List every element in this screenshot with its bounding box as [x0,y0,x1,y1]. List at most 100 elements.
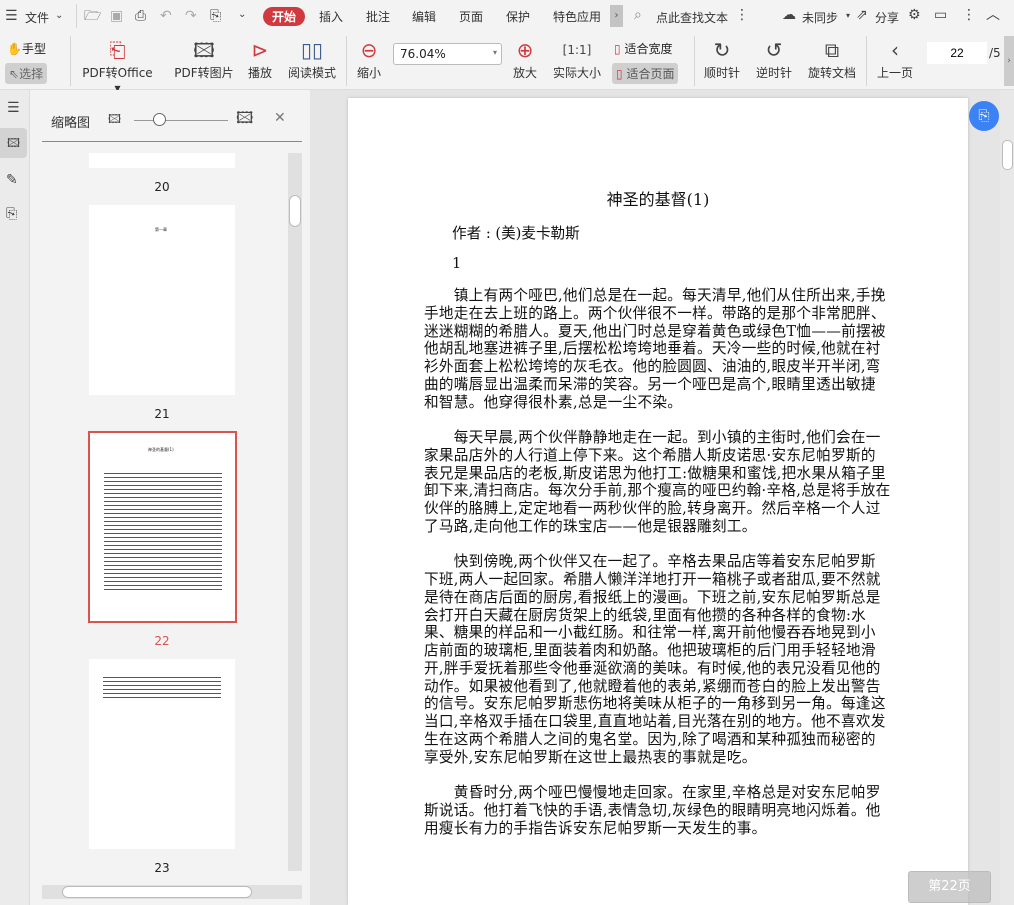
tab-annotate[interactable]: 批注 [366,8,390,25]
rotate-counterclockwise-icon: ↺ [765,38,783,62]
text-line: 迷迷糊糊的希腊人。夏天,他出门时总是穿着黄色或绿色T恤——前摆被 [424,322,886,340]
zoom-select[interactable]: 76.04% ▾ [393,43,502,65]
search-text-button[interactable]: 点此查找文本 [656,9,728,26]
chapter-number: 1 [452,255,462,272]
text-line: 快到傍晚,两个伙伴又在一起了。辛格去果品店等着安东尼帕罗斯 [424,553,876,571]
text-line: 每天早晨,两个伙伴静静地走在一起。到小镇的主街时,他们会在一 [424,429,881,446]
page-number-input[interactable] [927,42,987,64]
hamburger-icon[interactable]: ☰ [5,8,18,24]
undo-icon[interactable]: ↶ [160,8,172,24]
slider-handle[interactable] [153,113,166,126]
previous-page-button[interactable]: ‹ 上一页 [875,36,915,81]
chevron-left-icon: ‹ [891,38,899,62]
fit-page-icon: ▯ [616,67,623,81]
fit-width-button[interactable]: ▯ 适合宽度 [614,40,672,57]
thumbnail-label: 23 [154,861,170,875]
export-icon[interactable]: ⎘ [6,206,17,222]
file-menu[interactable]: 文件 [25,9,49,26]
ribbon-toolbar: ✋手型 ⇖选择 ⎗ PDF转Office ▾ 🖾 PDF转图片 ⊳ 播放 ▯▯ 阅读模式… [0,32,1014,95]
text-line: 的信号。安东尼帕罗斯悲伤地将美味从柜子的一角移到另一角。每逢这 [424,695,886,713]
thumbnail-label: 20 [154,180,170,194]
thumbnail-page-22-selected[interactable]: 神圣的基督(1) [88,431,237,623]
sync-status[interactable]: 未同步 [802,9,838,26]
gear-icon[interactable]: ⚙ [908,7,921,23]
ribbon-scroll-right-button[interactable]: › [1004,36,1014,86]
text-line: 表兄是果品店的老板,斯皮诺思为他打工:做糖果和蜜饯,把水果从箱子里 [424,464,886,482]
tab-insert[interactable]: 插入 [319,8,343,25]
text-line: 黄昏时分,两个哑巴慢慢地走回家。在家里,辛格总是对安东尼帕罗 [424,784,881,801]
select-tool-button[interactable]: ⇖选择 [5,63,48,84]
sync-dropdown-icon[interactable]: ▾ [846,8,850,24]
more-vertical-icon[interactable]: ⋮ [962,7,976,23]
text-line: 下班,两人一起回家。希腊人懒洋洋地打开一箱桃子或者甜瓜,要不然就 [424,571,881,588]
comment-icon[interactable]: ▭ [934,7,947,23]
close-icon[interactable]: ✕ [274,110,286,126]
share-button[interactable]: 分享 [875,9,899,26]
pdf-to-office-button[interactable]: ⎗ PDF转Office ▾ [80,36,155,95]
large-thumbnail-icon[interactable]: 🖾 [236,110,253,126]
page-indicator-badge: 第22页 [908,871,991,903]
redo-icon[interactable]: ↷ [185,8,197,24]
small-thumbnail-icon[interactable]: 🖾 [108,111,121,127]
share-icon: ⇗ [856,7,868,23]
rotate-document-button[interactable]: ⧉ 旋转文档 [806,36,858,81]
tab-features[interactable]: 特色应用 [553,8,601,25]
rotate-clockwise-icon: ↻ [713,38,731,62]
image-icon: 🖾 [193,38,215,62]
zoom-out-button[interactable]: ⊖ 缩小 [354,36,384,81]
hand-tool-button[interactable]: ✋手型 [7,40,46,57]
thumbnail-label: 21 [154,407,170,421]
left-rail: ☰ 🖾 ✎ ⎘ [0,90,30,905]
zoom-in-icon: ⊕ [516,38,534,62]
save-icon[interactable]: ▣ [110,8,123,24]
thumbnail-icon[interactable]: 🖾 [0,128,27,158]
outline-icon[interactable]: ☰ [7,100,20,116]
actual-size-button[interactable]: [1:1] 实际大小 [550,36,604,81]
panel-title: 缩略图 [51,116,91,131]
more-dropdown-icon[interactable]: ⌄ [238,7,246,23]
thumbnail-page-21[interactable]: 第一章 [89,205,235,395]
fit-page-button[interactable]: ▯ 适合页面 [612,63,679,84]
open-folder-icon[interactable]: 🗁 [84,8,101,24]
rotate-document-icon: ⧉ [824,38,840,62]
thumbnail-page-20[interactable] [89,153,235,168]
chevron-down-icon: ▾ [492,48,497,57]
tab-start[interactable]: 开始 [263,7,306,26]
panel-vertical-scrollbar[interactable] [288,153,302,871]
scroll-thumb[interactable] [1002,140,1013,170]
export-icon[interactable]: ⎘ [210,8,221,24]
tab-edit[interactable]: 编辑 [412,8,436,25]
rotate-counterclockwise-button[interactable]: ↺ 逆时针 [754,36,794,81]
text-line: 享受外,安东尼帕罗斯在这世上最热衷的事就是吃。 [424,748,757,766]
text-line: 卸下来,清扫商店。每次分手前,那个瘦高的哑巴约翰·辛格,总是将手放在 [424,482,891,500]
print-icon[interactable]: ⎙ [135,8,146,24]
rotate-clockwise-button[interactable]: ↻ 顺时针 [702,36,742,81]
thumbnail-size-slider[interactable] [134,120,228,121]
more-vertical-icon[interactable]: ⋮ [735,7,749,23]
tabs-scroll-right-button[interactable]: › [610,5,623,27]
tab-protect[interactable]: 保护 [506,8,530,25]
text-line: 用瘦长有力的手指告诉安东尼帕罗斯一天发生的事。 [424,819,767,837]
chevron-down-icon[interactable]: ⌄ [55,8,63,24]
tab-page[interactable]: 页面 [459,8,483,25]
document-vertical-scrollbar[interactable] [1000,90,1014,905]
panel-horizontal-scrollbar[interactable] [42,885,302,899]
read-mode-button[interactable]: ▯▯ 阅读模式 [286,36,338,81]
scroll-thumb[interactable] [289,195,301,227]
hand-icon: ✋ [7,42,22,56]
zoom-in-button[interactable]: ⊕ 放大 [510,36,540,81]
play-button[interactable]: ⊳ 播放 [244,36,276,81]
scroll-thumb[interactable] [62,886,252,898]
convert-float-icon[interactable]: ⎘ [969,101,999,131]
actual-size-icon: [1:1] [562,43,592,57]
menu-bar: ☰ 文件 ⌄ 🗁 ▣ ⎙ ↶ ↷ ⎘ ⌄ 开始 插入 批注 编辑 页面 保护 特… [0,0,1014,32]
annotation-pen-icon[interactable]: ✎ [6,172,18,188]
search-icon: ⌕ [634,7,642,23]
document-title: 神圣的基督(1) [606,190,710,209]
collapse-ribbon-icon[interactable]: ︿ [986,7,1000,23]
text-line: 开,胖手爱抚着那些令他垂涎欲滴的美味。有时候,他的表兄没看见他的 [424,659,881,677]
thumbnail-page-23[interactable] [89,659,235,849]
cursor-icon: ⇖ [9,67,20,81]
pdf-to-image-button[interactable]: 🖾 PDF转图片 [172,36,236,81]
text-line: 他胡乱地塞进裤子里,后摆松松垮垮地垂着。天冷一些的时候,他就在衬 [424,340,881,358]
